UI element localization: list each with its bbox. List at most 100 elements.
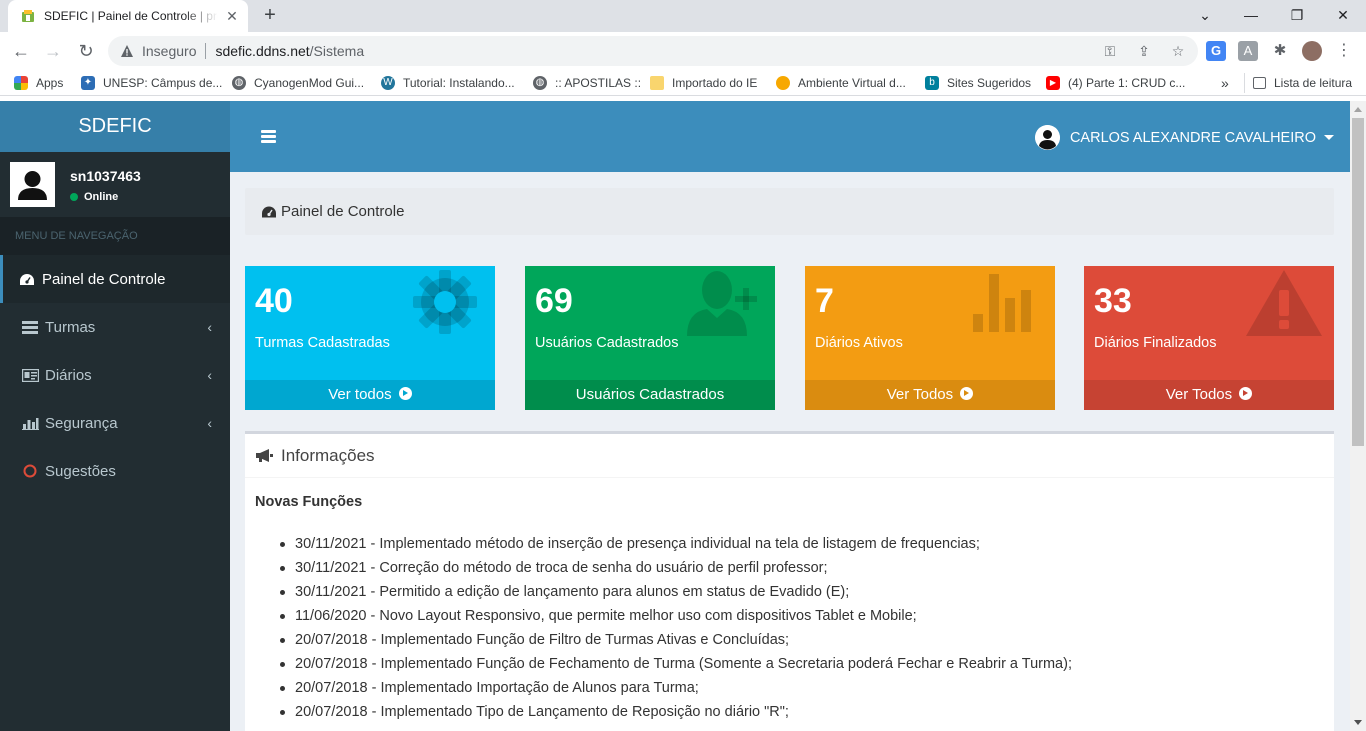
list-item: 20/07/2018 - Implementado Função de Filt… <box>280 628 1072 652</box>
list-item: 30/11/2021 - Correção do método de troca… <box>280 556 1072 580</box>
bookmark-importado-ie[interactable]: Importado do IE <box>650 73 757 93</box>
bookmark-apps[interactable]: Apps <box>14 73 63 93</box>
stat-footer-label: Ver Todos <box>1165 386 1233 403</box>
reading-list-button[interactable]: Lista de leitura <box>1244 73 1352 93</box>
top-navbar: CARLOS ALEXANDRE CAVALHEIRO <box>230 101 1350 172</box>
sidebar-item-label: Diários <box>45 366 92 384</box>
new-tab-button[interactable]: + <box>258 4 282 28</box>
circle-icon <box>21 463 39 479</box>
info-panel-header: Informações <box>245 434 1334 478</box>
user-silhouette-icon <box>10 162 55 207</box>
bookmark-label: Sites Sugeridos <box>947 76 1032 90</box>
user-panel: sn1037463 Online <box>0 152 230 217</box>
globe-icon: ◍ <box>232 76 246 90</box>
list-item: 11/06/2020 - Novo Layout Responsivo, que… <box>280 604 1072 628</box>
insecure-label: Inseguro <box>142 43 197 59</box>
sidebar-item-sugestoes[interactable]: Sugestões <box>0 447 230 495</box>
minimize-button[interactable]: — <box>1228 0 1274 30</box>
app-logo[interactable]: SDEFIC <box>0 101 230 152</box>
bookmark-label: UNESP: Câmpus de... <box>103 76 223 90</box>
stat-label: Diários Ativos <box>815 335 903 351</box>
stat-footer-link[interactable]: Usuários Cadastrados <box>525 380 775 410</box>
user-menu-dropdown[interactable]: CARLOS ALEXANDRE CAVALHEIRO <box>1034 125 1334 150</box>
bookmark-ambiente-virtual[interactable]: Ambiente Virtual d... <box>776 73 906 93</box>
stat-footer-link[interactable]: Ver todos <box>245 380 495 410</box>
back-button[interactable]: ← <box>8 38 34 64</box>
sidebar-item-label: Sugestões <box>45 462 116 480</box>
sidebar-item-label: Segurança <box>45 414 118 432</box>
scroll-up-arrow-icon[interactable] <box>1354 107 1362 112</box>
user-avatar-icon <box>1034 125 1060 150</box>
warning-icon <box>1246 270 1322 336</box>
bookmark-label: Apps <box>36 76 64 90</box>
stat-footer-label: Ver todos <box>328 386 392 403</box>
bookmark-youtube[interactable]: ▶ (4) Parte 1: CRUD c... <box>1046 73 1185 93</box>
dashboard-icon <box>18 271 36 287</box>
list-icon <box>21 319 39 335</box>
site-favicon-icon <box>22 10 34 22</box>
profile-avatar[interactable] <box>1302 41 1322 61</box>
arrow-circle-right-icon <box>1239 387 1253 400</box>
apps-grid-icon <box>14 76 28 90</box>
restore-button[interactable]: ❐ <box>1274 0 1320 30</box>
user-avatar <box>10 162 55 207</box>
bookmark-unesp[interactable]: ✦ UNESP: Câmpus de... <box>81 73 222 93</box>
share-icon[interactable]: ⇪ <box>1134 41 1154 61</box>
stat-number: 40 <box>255 282 293 320</box>
bookmark-label: Importado do IE <box>672 76 758 90</box>
close-window-button[interactable]: ✕ <box>1320 0 1366 30</box>
list-item: 20/07/2018 - Implementado Importação de … <box>280 676 1072 700</box>
omnibox-divider <box>205 43 207 59</box>
gear-icon <box>413 270 477 334</box>
translate-extension-icon[interactable]: G <box>1206 41 1226 61</box>
extensions-puzzle-icon[interactable]: ✱ <box>1270 41 1290 61</box>
key-icon[interactable]: ⚿ <box>1100 41 1120 61</box>
stat-number: 7 <box>815 282 834 320</box>
list-item: 30/11/2021 - Permitido a edição de lança… <box>280 580 1072 604</box>
stat-box-usuarios: 69 Usuários Cadastrados Usuários Cadastr… <box>525 266 775 410</box>
chevron-left-icon: ‹ <box>207 367 212 383</box>
tab-close-icon[interactable]: ✕ <box>224 8 240 24</box>
scroll-down-arrow-icon[interactable] <box>1354 720 1362 725</box>
list-item: 30/11/2021 - Implementado método de inse… <box>280 532 1072 556</box>
star-icon[interactable]: ☆ <box>1168 41 1188 61</box>
bookmark-sites-sugeridos[interactable]: b Sites Sugeridos <box>925 73 1031 93</box>
stat-label: Turmas Cadastradas <box>255 335 390 351</box>
bookmarks-overflow-button[interactable]: » <box>1221 73 1229 93</box>
stat-label: Usuários Cadastrados <box>535 335 679 351</box>
menu-header: MENU DE NAVEGAÇÃO <box>0 217 230 255</box>
sidebar-item-turmas[interactable]: Turmas ‹ <box>0 303 230 351</box>
chevron-down-icon[interactable]: ⌄ <box>1182 0 1228 30</box>
arrow-circle-right-icon <box>398 387 412 400</box>
scroll-thumb[interactable] <box>1352 118 1364 446</box>
stat-footer-link[interactable]: Ver Todos <box>1084 380 1334 410</box>
stat-label: Diários Finalizados <box>1094 335 1217 351</box>
chevron-left-icon: ‹ <box>207 319 212 335</box>
forward-button[interactable]: → <box>40 38 66 64</box>
breadcrumb-label: Painel de Controle <box>281 203 405 220</box>
url-host: sdefic.ddns.net <box>215 43 310 59</box>
stat-footer-label: Usuários Cadastrados <box>575 386 725 403</box>
sidebar-item-diarios[interactable]: Diários ‹ <box>0 351 230 399</box>
sidebar-item-painel[interactable]: Painel de Controle <box>0 255 230 303</box>
bookmark-tutorial[interactable]: W Tutorial: Instalando... <box>381 73 515 93</box>
arrow-circle-right-icon <box>960 387 974 400</box>
youtube-icon: ▶ <box>1046 76 1060 90</box>
bookmark-label: Ambiente Virtual d... <box>798 76 906 90</box>
bookmark-cyanogenmod[interactable]: ◍ CyanogenMod Gui... <box>232 73 364 93</box>
browser-tab[interactable]: SDEFIC | Painel de Controle | professor … <box>8 0 248 32</box>
globe-icon: ◍ <box>533 76 547 90</box>
address-bar[interactable]: Inseguro sdefic.ddns.net/Sistema ⚿ ⇪ ☆ <box>108 36 1198 66</box>
caret-down-icon <box>1324 135 1334 140</box>
app: SDEFIC sn1037463 Online MENU DE NAVEGAÇÃ… <box>0 101 1350 731</box>
page-scrollbar[interactable] <box>1350 101 1366 731</box>
pdf-extension-icon[interactable]: A <box>1238 41 1258 61</box>
browser-menu-icon[interactable]: ⋮ <box>1334 41 1354 61</box>
stat-box-diarios-finalizados: 33 Diários Finalizados Ver Todos <box>1084 266 1334 410</box>
sidebar-item-seguranca[interactable]: Segurança ‹ <box>0 399 230 447</box>
reload-button[interactable]: ↻ <box>73 38 99 64</box>
stat-footer-link[interactable]: Ver Todos <box>805 380 1055 410</box>
info-subtitle: Novas Funções <box>255 494 363 510</box>
sidebar-toggle-button[interactable] <box>261 130 276 143</box>
bookmark-apostilas[interactable]: ◍ :: APOSTILAS :: <box>533 73 641 93</box>
